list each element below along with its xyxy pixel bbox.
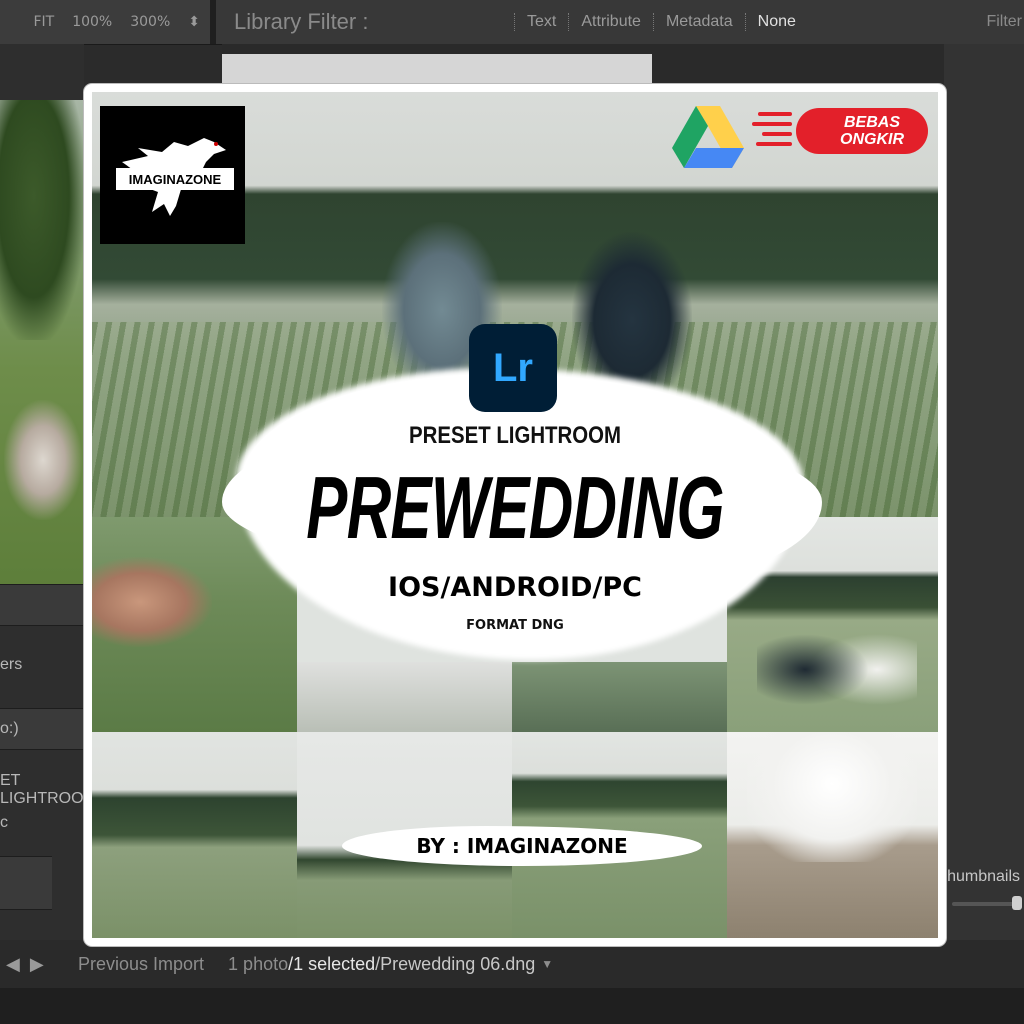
collection-item-3[interactable]: c bbox=[0, 814, 8, 832]
byline-text: BY : IMAGINAZONE bbox=[416, 834, 628, 858]
thumbnails-label: Thumbnails bbox=[937, 868, 1020, 885]
filter-metadata-tab[interactable]: Metadata bbox=[652, 13, 745, 31]
left-panel: ers o:) ET LIGHTROO c bbox=[0, 44, 84, 944]
filter-none-tab[interactable]: None bbox=[744, 13, 808, 31]
preview-people bbox=[4, 400, 82, 520]
library-filter-bar: Library Filter : Text Attribute Metadata… bbox=[222, 0, 1024, 44]
back-arrow-icon[interactable]: ◀ bbox=[6, 954, 20, 975]
selected-count: /1 selected bbox=[288, 953, 376, 974]
nav-arrows-icon[interactable]: ◀ ▶ bbox=[0, 954, 66, 975]
forward-arrow-icon[interactable]: ▶ bbox=[30, 954, 44, 975]
photo-couple-hold bbox=[512, 662, 727, 732]
chevron-updown-icon[interactable]: ⬍ bbox=[188, 14, 200, 30]
format-text: FORMAT DNG bbox=[466, 618, 564, 633]
filter-text-tab[interactable]: Text bbox=[514, 13, 568, 31]
sleeve-shape bbox=[747, 732, 917, 862]
zoom-300-button[interactable]: 300% bbox=[130, 14, 170, 30]
title-text: PREWEDDING bbox=[306, 458, 724, 557]
import-button[interactable] bbox=[0, 856, 52, 910]
brand-name: IMAGINAZONE bbox=[116, 168, 234, 190]
current-filename[interactable]: /Prewedding 06.dng bbox=[375, 954, 535, 975]
photo-couple-walk bbox=[297, 662, 512, 732]
filter-options: Text Attribute Metadata None bbox=[514, 13, 808, 31]
thumbnail-slider-handle[interactable] bbox=[1012, 896, 1022, 910]
person-man bbox=[572, 232, 692, 392]
top-toolbar: FIT 100% 300% ⬍ Library Filter : Text At… bbox=[0, 0, 1024, 45]
free-shipping-line1: BEBAS bbox=[843, 114, 900, 131]
collage: Lr PRESET LIGHTROOM PREWEDDING IOS/ANDRO… bbox=[92, 92, 938, 938]
brand-logo: IMAGINAZONE bbox=[100, 106, 245, 244]
thumbnail-size-slider[interactable] bbox=[952, 902, 1016, 906]
subtitle-text: PRESET LIGHTROOM bbox=[409, 422, 621, 449]
filmstrip-toolbar: ◀ ▶ Previous Import 1 photo /1 selected … bbox=[0, 940, 1024, 988]
filter-preset-label[interactable]: Filter bbox=[986, 13, 1022, 31]
photo-couple-field-2 bbox=[92, 732, 297, 938]
source-previous-import[interactable]: Previous Import bbox=[78, 954, 204, 975]
navigator-preview bbox=[0, 100, 84, 590]
fit-zoom-button[interactable]: FIT bbox=[33, 14, 54, 30]
free-shipping-line2: ONGKIR bbox=[840, 131, 904, 148]
collection-item-1[interactable]: o:) bbox=[0, 720, 19, 738]
preview-tree bbox=[0, 100, 84, 340]
zoom-100-button[interactable]: 100% bbox=[72, 14, 112, 30]
google-drive-icon bbox=[672, 106, 744, 168]
panel-section-header[interactable] bbox=[0, 584, 84, 626]
platforms-text: IOS/ANDROID/PC bbox=[388, 572, 642, 603]
collections-label[interactable]: ers bbox=[0, 656, 22, 674]
photo-hands-detail bbox=[727, 732, 938, 938]
zoom-controls: FIT 100% 300% ⬍ bbox=[0, 0, 216, 44]
free-shipping-text: BEBAS ONGKIR bbox=[822, 114, 922, 148]
dropdown-triangle-icon[interactable]: ▼ bbox=[541, 957, 553, 971]
lightroom-icon-text: Lr bbox=[493, 345, 533, 390]
collection-item-2[interactable]: ET LIGHTROO bbox=[0, 772, 84, 808]
filter-attribute-tab[interactable]: Attribute bbox=[568, 13, 653, 31]
right-panel bbox=[944, 44, 1024, 944]
lightroom-icon: Lr bbox=[469, 324, 557, 412]
product-image-card[interactable]: Lr PRESET LIGHTROOM PREWEDDING IOS/ANDRO… bbox=[84, 84, 946, 946]
photo-count: 1 photo bbox=[228, 953, 289, 974]
library-filter-title: Library Filter : bbox=[234, 9, 369, 34]
